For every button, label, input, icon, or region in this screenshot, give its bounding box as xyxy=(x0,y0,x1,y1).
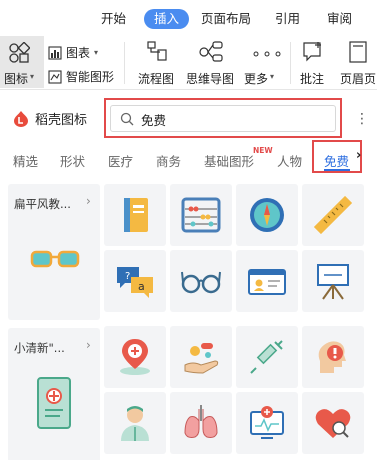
heart-search-icon xyxy=(315,409,351,438)
category-tab-shapes[interactable]: 形状 xyxy=(60,151,85,170)
head-forbidden-icon xyxy=(318,341,346,373)
mindmap-button[interactable]: 思维导图 xyxy=(186,70,234,87)
icon-button-label[interactable]: 图标 xyxy=(4,70,28,87)
free-tab-highlight-box xyxy=(312,140,362,173)
comment-button[interactable]: 批注 xyxy=(300,70,324,87)
chevron-right-icon[interactable]: › xyxy=(356,148,361,163)
icon-button[interactable] xyxy=(8,42,30,64)
compass-icon xyxy=(250,198,284,232)
tab-insert[interactable]: 插入 xyxy=(144,9,190,29)
more-button[interactable]: 更多 xyxy=(244,70,268,87)
medical-monitor-icon xyxy=(250,406,284,439)
divider xyxy=(290,42,291,84)
group-card-fresh-medical[interactable]: 小清新"... › xyxy=(8,328,100,460)
category-tab-medical[interactable]: 医疗 xyxy=(108,151,133,170)
doctor-icon xyxy=(121,406,149,441)
chart-label: 图表 xyxy=(66,46,91,60)
header-footer-icon xyxy=(348,40,368,64)
icon-results: 扁平风教... › ? a 小清新"... › xyxy=(0,180,377,460)
glasses-preview-icon xyxy=(30,250,80,268)
chevron-right-icon: › xyxy=(86,194,91,208)
category-tab-basic-shapes[interactable]: 基础图形 xyxy=(204,151,254,170)
new-badge: NEW xyxy=(253,146,273,155)
pills-hand-icon xyxy=(184,343,219,374)
icon-cell-abacus[interactable] xyxy=(170,184,232,246)
icon-cell-ruler[interactable] xyxy=(302,184,364,246)
icon-cell-medical-monitor[interactable] xyxy=(236,392,298,454)
tab-page-layout[interactable]: 页面布局 xyxy=(201,9,251,29)
icon-cell-id-card[interactable] xyxy=(236,250,298,312)
flowchart-button[interactable]: 流程图 xyxy=(138,70,174,87)
medical-location-icon xyxy=(120,339,150,375)
panel-brand: 稻壳图标 xyxy=(12,109,87,128)
shapes-icon xyxy=(9,42,30,63)
panel-brand-label: 稻壳图标 xyxy=(35,113,88,128)
divider xyxy=(124,42,125,84)
easel-board-icon xyxy=(317,264,349,300)
ribbon-tab-bar: 开始 插入 页面布局 引用 审阅 xyxy=(0,0,377,36)
smart-graphics-icon xyxy=(48,69,62,84)
tab-reference[interactable]: 引用 xyxy=(275,9,300,29)
group-title: 扁平风教... xyxy=(14,197,71,211)
category-tab-people[interactable]: 人物 xyxy=(277,151,302,170)
smart-graphics-button[interactable]: 智能图形 xyxy=(48,68,114,85)
chevron-down-icon: ▾ xyxy=(94,48,99,57)
chevron-down-icon: ▾ xyxy=(270,72,275,81)
group-title: 小清新"... xyxy=(14,341,65,355)
icon-cell-medical-location[interactable] xyxy=(104,326,166,388)
chevron-down-icon: ▾ xyxy=(30,72,35,81)
icon-cell-chat[interactable]: ? a xyxy=(104,250,166,312)
icon-cell-pills-hand[interactable] xyxy=(170,326,232,388)
chevron-right-icon: › xyxy=(86,338,91,352)
medical-book-preview-icon xyxy=(37,377,71,429)
icon-cell-glasses[interactable] xyxy=(170,250,232,312)
icon-cell-heart-search[interactable] xyxy=(302,392,364,454)
icon-cell-syringe[interactable] xyxy=(236,326,298,388)
chart-icon xyxy=(48,45,62,60)
chart-button[interactable]: 图表 ▾ xyxy=(48,44,98,61)
comment-icon xyxy=(302,40,324,64)
lungs-icon xyxy=(184,405,218,438)
icon-cell-compass[interactable] xyxy=(236,184,298,246)
more-options-icon[interactable]: ⋮ xyxy=(355,111,369,127)
id-card-icon xyxy=(248,269,286,295)
chat-bubble-icon: ? a xyxy=(117,267,153,298)
icon-cell-head-forbidden[interactable] xyxy=(302,326,364,388)
notebook-icon xyxy=(124,198,148,232)
search-highlight-box xyxy=(104,98,342,138)
abacus-icon xyxy=(181,197,221,233)
mindmap-icon xyxy=(198,40,224,64)
ruler-icon xyxy=(314,196,352,234)
tab-start[interactable]: 开始 xyxy=(101,9,126,29)
category-tab-featured[interactable]: 精选 xyxy=(13,151,38,170)
smart-graphics-label: 智能图形 xyxy=(66,70,115,84)
icon-cell-lungs[interactable] xyxy=(170,392,232,454)
syringe-icon xyxy=(250,340,283,374)
svg-text:?: ? xyxy=(125,271,130,282)
group-card-flat-education[interactable]: 扁平风教... › xyxy=(8,184,100,320)
icon-cell-doctor[interactable] xyxy=(104,392,166,454)
docer-logo-icon xyxy=(14,110,28,127)
glasses-icon xyxy=(181,271,221,294)
icon-cell-easel[interactable] xyxy=(302,250,364,312)
ribbon-toolbar: 图标 ▾ 图表 ▾ 智能图形 流程图 思维导图 ∘∘∘ 更多 ▾ 批注 页眉页 xyxy=(0,36,377,90)
icon-cell-notebook[interactable] xyxy=(104,184,166,246)
header-footer-button[interactable]: 页眉页 xyxy=(340,70,376,87)
category-tab-business[interactable]: 商务 xyxy=(156,151,181,170)
svg-text:a: a xyxy=(138,280,145,293)
more-dots-icon: ∘∘∘ xyxy=(251,44,285,63)
flowchart-icon xyxy=(146,40,168,64)
tab-review[interactable]: 审阅 xyxy=(327,9,352,29)
